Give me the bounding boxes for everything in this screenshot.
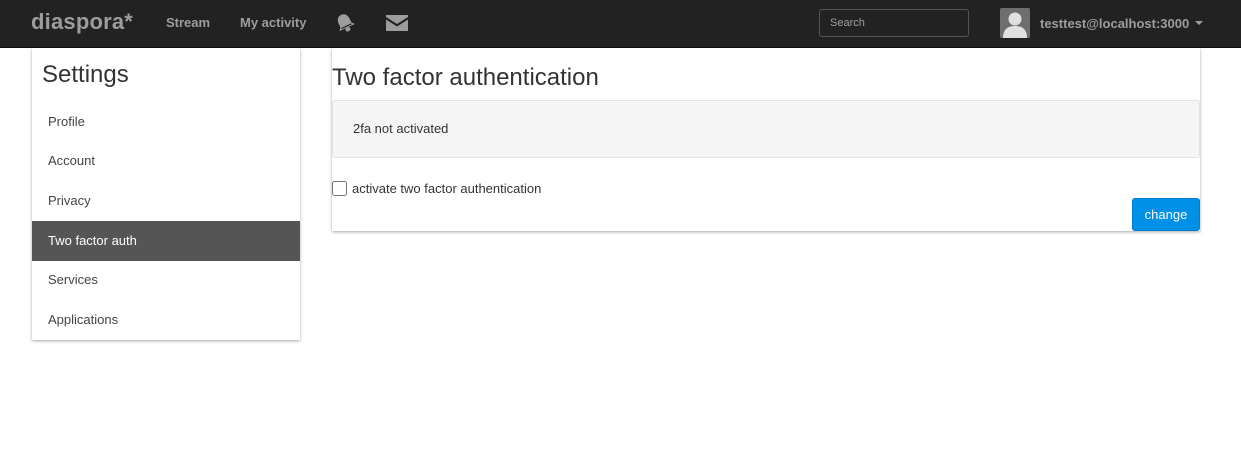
activate-2fa-label: activate two factor authentication [352, 181, 542, 196]
nav-stream-link[interactable]: Stream [166, 15, 210, 31]
user-name: testtest@localhost:3000 [1040, 15, 1190, 31]
sidebar-title: Settings [42, 61, 129, 88]
activate-2fa-checkbox[interactable] [332, 181, 347, 196]
sidebar-item-profile[interactable]: Profile [32, 102, 300, 142]
status-message: 2fa not activated [332, 100, 1200, 158]
search-input[interactable] [819, 9, 969, 37]
avatar [1000, 8, 1030, 38]
change-button[interactable]: change [1132, 198, 1200, 231]
nav-my-activity-link[interactable]: My activity [240, 15, 306, 31]
brand-logo[interactable]: diaspora* [31, 9, 133, 35]
bell-icon[interactable] [334, 12, 356, 34]
envelope-icon[interactable] [386, 15, 408, 31]
sidebar-item-services[interactable]: Services [32, 260, 300, 300]
two-factor-panel: Two factor authentication 2fa not activa… [332, 48, 1200, 231]
top-navbar: diaspora* Stream My activity testtest@lo… [0, 0, 1241, 48]
sidebar-item-two-factor-auth[interactable]: Two factor auth [32, 221, 300, 261]
sidebar-item-privacy[interactable]: Privacy [32, 181, 300, 221]
user-menu-dropdown[interactable]: testtest@localhost:3000 [1000, 7, 1204, 39]
page-title: Two factor authentication [332, 64, 599, 91]
sidebar-item-account[interactable]: Account [32, 141, 300, 181]
caret-down-icon [1195, 21, 1204, 25]
activate-2fa-option[interactable]: activate two factor authentication [332, 181, 541, 196]
settings-sidebar: Settings Profile Account Privacy Two fac… [32, 48, 300, 340]
sidebar-item-applications[interactable]: Applications [32, 300, 300, 340]
